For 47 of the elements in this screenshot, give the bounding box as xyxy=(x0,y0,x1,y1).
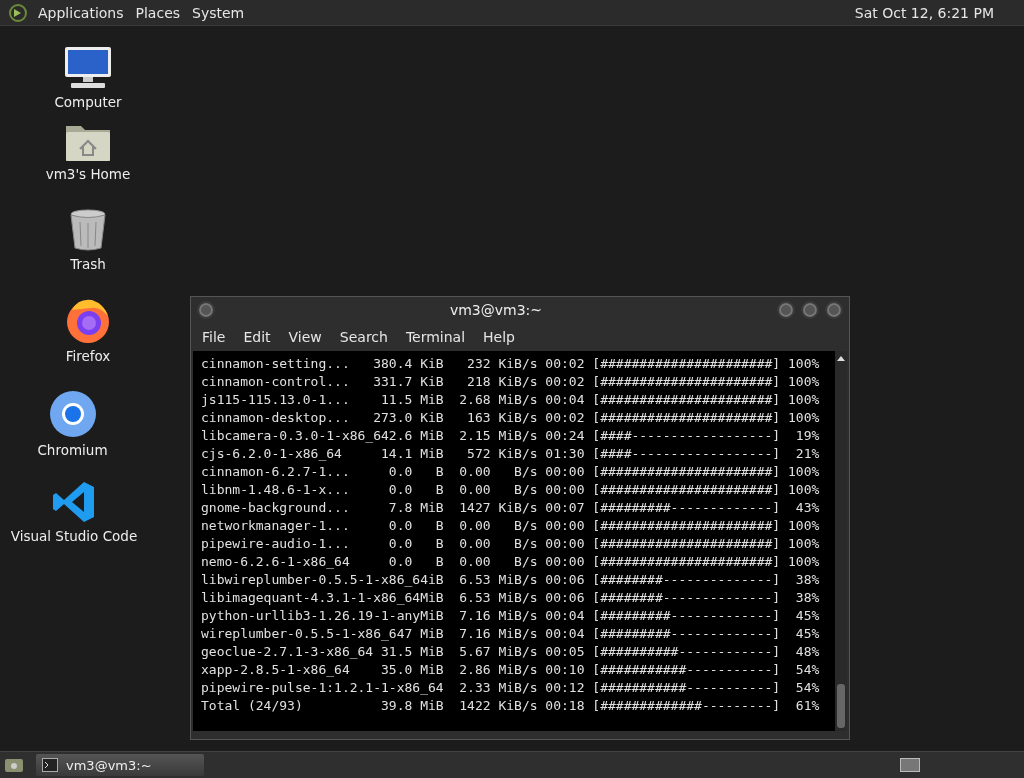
scroll-up-icon[interactable] xyxy=(836,354,846,362)
taskbar-button[interactable]: vm3@vm3:~ xyxy=(36,754,204,776)
terminal-line: Total (24/93) 39.8 MiB 1422 KiB/s 00:18 [#############---------] 61% xyxy=(201,697,821,715)
chromium-icon xyxy=(48,390,97,438)
minimize-button[interactable] xyxy=(777,301,795,319)
maximize-button[interactable] xyxy=(801,301,819,319)
menu-item[interactable]: Edit xyxy=(234,327,280,347)
menu-item[interactable]: File xyxy=(193,327,235,347)
panel-menu[interactable]: Places xyxy=(131,4,185,21)
computer-icon xyxy=(63,46,113,90)
terminal-line: libimagequant-4.3.1-1-x86_64MiB 6.53 MiB/s 00:06 [########--------------] 38% xyxy=(201,589,821,607)
terminal-line: cinnamon-control... 331.7 KiB 218 KiB/s 00:02 [######################] 100% xyxy=(201,373,821,391)
terminal-line: libcamera-0.3.0-1-x86_642.6 MiB 2.15 MiB/s 00:24 [####------------------] 19% xyxy=(201,427,821,445)
terminal-line: pipewire-pulse-1:1.2.1-1-x86_64 2.33 MiB/s 00:12 [###########-----------] 54% xyxy=(201,679,821,697)
menu-item[interactable]: Help xyxy=(474,327,524,347)
workspace-switcher[interactable] xyxy=(900,758,920,772)
terminal-line: cinnamon-setting... 380.4 KiB 232 KiB/s 00:02 [######################] 100% xyxy=(201,355,821,373)
window-title: vm3@vm3:~ xyxy=(448,302,544,318)
scrollbar[interactable] xyxy=(835,351,847,731)
terminal-line: wireplumber-0.5.5-1-x86_647 MiB 7.16 MiB/s 00:04 [#########-------------] 45% xyxy=(201,625,821,643)
menu-item[interactable]: View xyxy=(279,327,331,347)
terminal-line: pipewire-audio-1... 0.0 B 0.00 B/s 00:00 [######################] 100% xyxy=(201,535,821,553)
terminal-line: libwireplumber-0.5.5-1-x86_64iB 6.53 MiB/s 00:06 [########--------------] 38% xyxy=(201,571,821,589)
terminal-line: networkmanager-1... 0.0 B 0.00 B/s 00:00 [######################] 100% xyxy=(201,517,821,535)
panel-menu[interactable]: Applications xyxy=(34,4,128,21)
trash-icon xyxy=(68,208,108,252)
menu-logo-icon[interactable] xyxy=(8,2,28,23)
terminal-line: xapp-2.8.5-1-x86_64 35.0 MiB 2.86 MiB/s 00:10 [###########-----------] 54% xyxy=(201,661,821,679)
panel-menu[interactable]: System xyxy=(188,4,249,21)
terminal-line: nemo-6.2.6-1-x86_64 0.0 B 0.00 B/s 00:00 [######################] 100% xyxy=(201,553,821,571)
show-desktop-icon[interactable] xyxy=(4,756,24,774)
menu-item[interactable]: Terminal xyxy=(396,327,475,347)
clock[interactable]: Sat Oct 12, 6:21 PM xyxy=(850,4,998,21)
terminal-line: cinnamon-desktop... 273.0 KiB 163 KiB/s 00:02 [######################] 100% xyxy=(201,409,821,427)
terminal-icon xyxy=(42,758,58,772)
terminal-line: geoclue-2.7.1-3-x86_64 31.5 MiB 5.67 MiB/s 00:05 [##########------------] 48% xyxy=(201,643,821,661)
code-editor-icon xyxy=(52,480,96,524)
scrollbar-thumb[interactable] xyxy=(837,684,845,728)
menu-item[interactable]: Search xyxy=(330,327,397,347)
terminal-line: gnome-background... 7.8 MiB 1427 KiB/s 00:07 [#########-------------] 43% xyxy=(201,499,821,517)
terminal-line: python-urllib3-1.26.19-1-anyMiB 7.16 MiB/s 00:04 [#########-------------] 45% xyxy=(201,607,821,625)
close-button[interactable] xyxy=(825,301,843,319)
terminal-line: js115-115.13.0-1... 11.5 MiB 2.68 MiB/s 00:04 [######################] 100% xyxy=(201,391,821,409)
terminal-line: libnm-1.48.6-1-x... 0.0 B 0.00 B/s 00:00 [######################] 100% xyxy=(201,481,821,499)
terminal-line: cjs-6.2.0-1-x86_64 14.1 MiB 572 KiB/s 01:30 [####------------------] 21% xyxy=(201,445,821,463)
terminal-line: cinnamon-6.2.7-1... 0.0 B 0.00 B/s 00:00 [######################] 100% xyxy=(201,463,821,481)
window-menu-button[interactable] xyxy=(197,301,215,319)
